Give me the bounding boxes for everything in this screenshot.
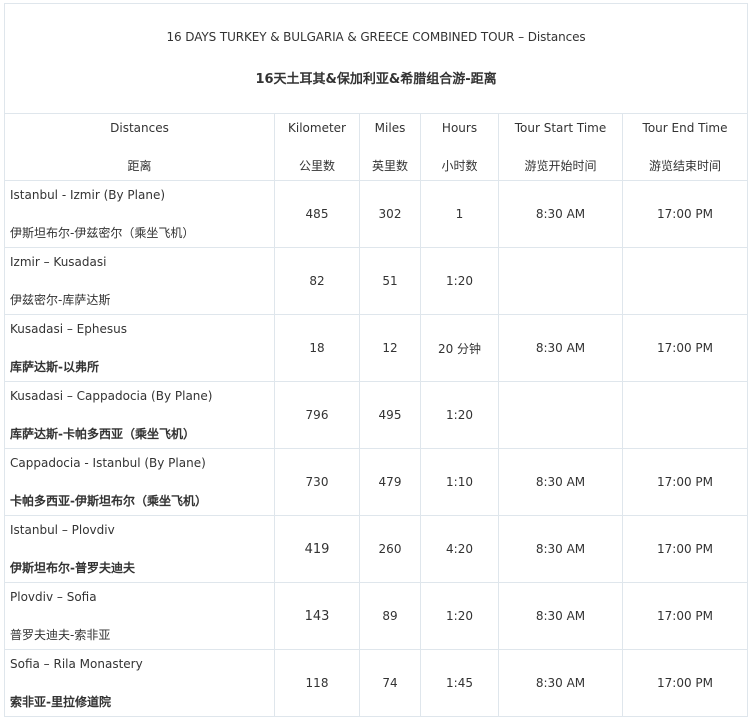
miles-cell: 89 [359, 582, 421, 650]
start-time-cell [498, 381, 623, 449]
hours-cell: 1 [420, 180, 499, 248]
end-time-cell: 17:00 PM [621, 314, 749, 382]
km-cell: 18 [274, 314, 360, 382]
km-cell: 730 [274, 448, 360, 516]
miles-cell: 479 [359, 448, 421, 516]
miles-cell: 12 [359, 314, 421, 382]
route-chinese: 库萨达斯-以弗所 [10, 359, 99, 374]
end-time-cell [621, 247, 749, 315]
km-cell: 796 [274, 381, 360, 449]
table-row: Plovdiv – Sofia 普罗夫迪夫-索非亚 143 89 1:20 8:… [4, 582, 749, 650]
distances-table: 16 DAYS TURKEY & BULGARIA & GREECE COMBI… [3, 3, 749, 717]
header-hours: Hours 小时数 [420, 113, 499, 181]
table-row: Istanbul - Izmir (By Plane) 伊斯坦布尔-伊兹密尔（乘… [4, 180, 749, 248]
route-chinese: 卡帕多西亚-伊斯坦布尔（乘坐飞机） [10, 493, 207, 508]
hours-cell: 20 分钟 [420, 314, 499, 382]
route-english: Kusadasi – Cappadocia (By Plane) [10, 388, 213, 403]
end-time-cell: 17:00 PM [621, 448, 749, 516]
route-cell: Kusadasi – Ephesus 库萨达斯-以弗所 [4, 314, 275, 382]
title-english: 16 DAYS TURKEY & BULGARIA & GREECE COMBI… [166, 30, 586, 44]
route-chinese: 伊斯坦布尔-普罗夫迪夫 [10, 560, 135, 575]
hours-cell: 4:20 [420, 515, 499, 583]
header-end-time: Tour End Time 游览结束时间 [621, 113, 749, 181]
route-english: Sofia – Rila Monastery [10, 656, 143, 671]
end-time-cell: 17:00 PM [621, 515, 749, 583]
route-chinese: 伊斯坦布尔-伊兹密尔（乘坐飞机） [10, 225, 195, 240]
hours-cell: 1:10 [420, 448, 499, 516]
km-cell: 143 [274, 582, 360, 650]
header-label-zh: 英里数 [371, 158, 408, 173]
title-chinese: 16天土耳其&保加利亚&希腊组合游-距离 [255, 72, 497, 87]
miles-cell: 74 [359, 649, 421, 717]
header-label-en: Tour End Time [642, 120, 728, 135]
miles-cell: 302 [359, 180, 421, 248]
header-label-zh: 游览开始时间 [524, 158, 597, 173]
header-row: Distances 距离 Kilometer 公里数 Miles 英里数 Hou… [4, 113, 749, 181]
miles-cell: 51 [359, 247, 421, 315]
end-time-cell [621, 381, 749, 449]
header-start-time: Tour Start Time 游览开始时间 [498, 113, 623, 181]
route-chinese: 普罗夫迪夫-索非亚 [10, 627, 111, 642]
hours-cell: 1:20 [420, 381, 499, 449]
header-label-en: Miles [374, 120, 406, 135]
km-cell: 419 [274, 515, 360, 583]
end-time-cell: 17:00 PM [621, 582, 749, 650]
km-cell: 485 [274, 180, 360, 248]
table-row: Izmir – Kusadasi 伊兹密尔-库萨达斯 82 51 1:20 [4, 247, 749, 315]
header-label-en: Distances [110, 120, 169, 135]
header-label-en: Hours [441, 120, 478, 135]
table-row: Istanbul – Plovdiv 伊斯坦布尔-普罗夫迪夫 419 260 4… [4, 515, 749, 583]
start-time-cell: 8:30 AM [498, 649, 623, 717]
km-cell: 82 [274, 247, 360, 315]
header-distances: Distances 距离 [4, 113, 275, 181]
table-title: 16 DAYS TURKEY & BULGARIA & GREECE COMBI… [3, 3, 749, 114]
route-english: Kusadasi – Ephesus [10, 321, 127, 336]
start-time-cell: 8:30 AM [498, 515, 623, 583]
table-row: Kusadasi – Ephesus 库萨达斯-以弗所 18 12 20 分钟 … [4, 314, 749, 382]
route-english: Istanbul - Izmir (By Plane) [10, 187, 166, 202]
km-cell: 118 [274, 649, 360, 717]
start-time-cell: 8:30 AM [498, 582, 623, 650]
miles-cell: 495 [359, 381, 421, 449]
header-miles: Miles 英里数 [359, 113, 421, 181]
miles-cell: 260 [359, 515, 421, 583]
table-row: Sofia – Rila Monastery 索非亚-里拉修道院 118 74 … [4, 649, 749, 717]
header-label-zh: 距离 [127, 158, 152, 173]
route-english: Cappadocia - Istanbul (By Plane) [10, 455, 206, 470]
start-time-cell: 8:30 AM [498, 448, 623, 516]
route-cell: Istanbul – Plovdiv 伊斯坦布尔-普罗夫迪夫 [4, 515, 275, 583]
hours-cell: 1:20 [420, 582, 499, 650]
end-time-cell: 17:00 PM [621, 649, 749, 717]
route-cell: Izmir – Kusadasi 伊兹密尔-库萨达斯 [4, 247, 275, 315]
route-cell: Cappadocia - Istanbul (By Plane) 卡帕多西亚-伊… [4, 448, 275, 516]
route-cell: Plovdiv – Sofia 普罗夫迪夫-索非亚 [4, 582, 275, 650]
header-label-zh: 游览结束时间 [649, 158, 722, 173]
start-time-cell [498, 247, 623, 315]
table-row: Kusadasi – Cappadocia (By Plane) 库萨达斯-卡帕… [4, 381, 749, 449]
route-chinese: 库萨达斯-卡帕多西亚（乘坐飞机） [10, 426, 195, 441]
start-time-cell: 8:30 AM [498, 180, 623, 248]
route-english: Istanbul – Plovdiv [10, 522, 115, 537]
route-english: Plovdiv – Sofia [10, 589, 97, 604]
route-chinese: 伊兹密尔-库萨达斯 [10, 292, 111, 307]
route-english: Izmir – Kusadasi [10, 254, 107, 269]
start-time-cell: 8:30 AM [498, 314, 623, 382]
header-kilometer: Kilometer 公里数 [274, 113, 360, 181]
hours-cell: 1:20 [420, 247, 499, 315]
header-label-zh: 公里数 [298, 158, 335, 173]
header-label-zh: 小时数 [441, 158, 478, 173]
route-cell: Sofia – Rila Monastery 索非亚-里拉修道院 [4, 649, 275, 717]
table-row: Cappadocia - Istanbul (By Plane) 卡帕多西亚-伊… [4, 448, 749, 516]
route-cell: Kusadasi – Cappadocia (By Plane) 库萨达斯-卡帕… [4, 381, 275, 449]
header-label-en: Tour Start Time [514, 120, 607, 135]
header-label-en: Kilometer [288, 120, 346, 135]
route-chinese: 索非亚-里拉修道院 [10, 694, 111, 709]
hours-cell: 1:45 [420, 649, 499, 717]
end-time-cell: 17:00 PM [621, 180, 749, 248]
route-cell: Istanbul - Izmir (By Plane) 伊斯坦布尔-伊兹密尔（乘… [4, 180, 275, 248]
